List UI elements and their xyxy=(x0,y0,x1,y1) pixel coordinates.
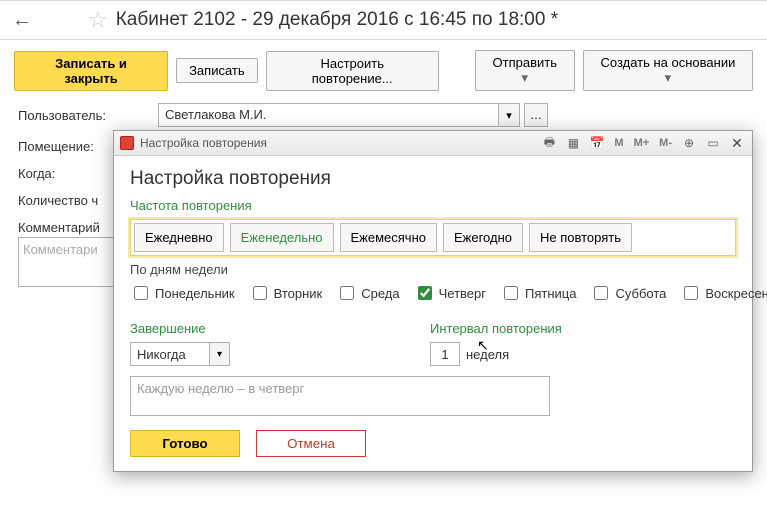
day-sun-label: Воскресенье xyxy=(705,286,767,301)
freq-yearly-button[interactable]: Ежегодно xyxy=(443,223,523,252)
user-input[interactable]: Светлакова М.И. xyxy=(158,103,498,127)
end-select[interactable]: Никогда xyxy=(130,342,210,366)
memory-mplus-button[interactable]: M+ xyxy=(632,137,652,149)
calendar-icon[interactable]: 📅 xyxy=(588,134,606,152)
favorite-star-icon[interactable]: ☆ xyxy=(88,7,108,33)
days-heading: По дням недели xyxy=(130,262,736,277)
send-button[interactable]: Отправить xyxy=(475,50,575,91)
day-thu-label: Четверг xyxy=(439,286,486,301)
back-arrow-icon[interactable]: ← xyxy=(12,9,32,32)
freq-never-button[interactable]: Не повторять xyxy=(529,223,632,252)
cancel-button[interactable]: Отмена xyxy=(256,430,366,457)
freq-daily-button[interactable]: Ежедневно xyxy=(134,223,224,252)
day-fri-label: Пятница xyxy=(525,286,576,301)
app-icon xyxy=(120,136,134,150)
repeat-settings-dialog: Настройка повторения 🖶 ▦ 📅 M M+ M- ⊕ ▭ ✕… xyxy=(113,130,753,472)
interval-heading: Интервал повторения xyxy=(430,321,562,336)
freq-monthly-button[interactable]: Ежемесячно xyxy=(340,223,438,252)
day-sat-checkbox[interactable]: Суббота xyxy=(590,283,666,303)
ok-button[interactable]: Готово xyxy=(130,430,240,457)
day-thu-checkbox[interactable]: Четверг xyxy=(414,283,486,303)
day-mon-checkbox[interactable]: Понедельник xyxy=(130,283,235,303)
user-ellipsis-button[interactable]: … xyxy=(524,103,548,127)
day-fri-checkbox[interactable]: Пятница xyxy=(500,283,576,303)
summary-text: Каждую неделю – в четверг xyxy=(130,376,550,416)
frequency-heading: Частота повторения xyxy=(130,198,736,213)
print-icon[interactable]: 🖶 xyxy=(540,134,558,152)
create-based-on-button[interactable]: Создать на основании xyxy=(583,50,753,91)
end-dropdown-icon[interactable]: ▾ xyxy=(210,342,230,366)
day-mon-label: Понедельник xyxy=(155,286,235,301)
close-icon[interactable]: ✕ xyxy=(728,134,746,152)
memory-m-button[interactable]: M xyxy=(612,137,625,149)
day-wed-checkbox[interactable]: Среда xyxy=(336,283,399,303)
save-button[interactable]: Записать xyxy=(176,58,258,83)
day-sat-label: Суббота xyxy=(615,286,666,301)
freq-weekly-button[interactable]: Еженедельно xyxy=(230,223,334,252)
memory-mminus-button[interactable]: M- xyxy=(657,137,674,149)
dialog-heading: Настройка повторения xyxy=(130,168,736,190)
page-title: Кабинет 2102 - 29 декабря 2016 с 16:45 п… xyxy=(116,9,558,31)
user-dropdown-icon[interactable]: ▾ xyxy=(498,103,520,127)
day-tue-checkbox[interactable]: Вторник xyxy=(249,283,323,303)
repeat-setup-button[interactable]: Настроить повторение... xyxy=(266,51,439,91)
calc-icon[interactable]: ▦ xyxy=(564,134,582,152)
interval-input[interactable]: 1 xyxy=(430,342,460,366)
interval-unit-label: неделя xyxy=(466,347,509,362)
dialog-title: Настройка повторения xyxy=(140,136,267,150)
end-heading: Завершение xyxy=(130,321,230,336)
day-wed-label: Среда xyxy=(361,286,399,301)
day-sun-checkbox[interactable]: Воскресенье xyxy=(680,283,767,303)
zoom-icon[interactable]: ⊕ xyxy=(680,134,698,152)
frequency-buttongroup: Ежедневно Еженедельно Ежемесячно Ежегодн… xyxy=(130,219,736,256)
user-label: Пользователь: xyxy=(18,108,158,123)
save-and-close-button[interactable]: Записать и закрыть xyxy=(14,51,168,91)
minimize-icon[interactable]: ▭ xyxy=(704,134,722,152)
day-tue-label: Вторник xyxy=(274,286,323,301)
